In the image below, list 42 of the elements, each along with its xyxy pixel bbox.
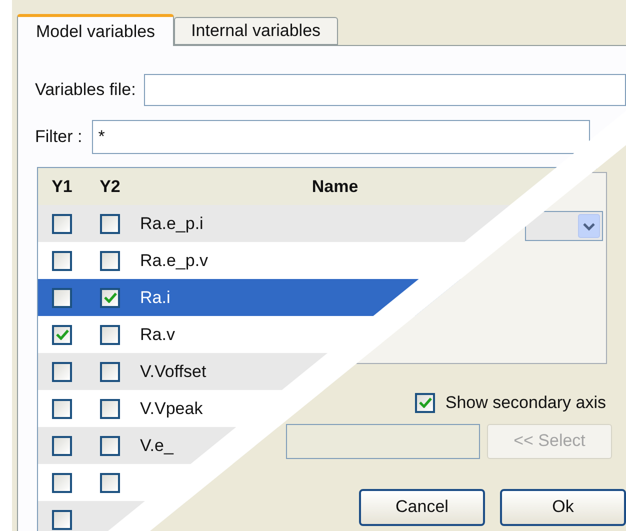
checkmark-icon [104,292,116,303]
checkbox[interactable] [52,472,72,492]
checkbox[interactable] [52,324,72,344]
checkbox[interactable] [52,510,72,530]
checkbox[interactable] [52,398,72,418]
checkmark-icon [56,329,68,340]
table-cell-text: Ra.e_p.i [139,212,204,235]
checkmark-icon [418,397,432,408]
checkbox[interactable] [52,436,72,456]
dialog-button[interactable]: Ok [500,488,626,526]
column-header: Name [310,176,360,198]
checkbox[interactable] [52,214,72,234]
field-label: Filter : [35,126,82,148]
checkbox[interactable] [100,250,120,270]
dialog-button[interactable]: Cancel [359,488,485,526]
checkbox[interactable] [52,288,72,308]
checkbox[interactable] [100,324,120,344]
checkbox[interactable] [100,472,120,492]
column-header: Y2 [98,176,122,198]
table-cell-text: V.Vpeak [139,398,203,420]
checkbox[interactable] [52,250,72,270]
checkbox[interactable] [415,392,436,413]
table-cell-text: V.e_ [139,434,174,457]
table-cell-text: Ra.e_p.v [139,250,208,272]
checkbox[interactable] [100,362,120,382]
checkbox[interactable] [100,288,120,308]
checkbox-label: Show secondary axis [445,392,606,414]
checkbox[interactable] [100,436,120,456]
field-label: Variables file: [35,79,136,102]
chevron-down-icon [578,214,600,238]
input-field[interactable] [286,424,480,458]
column-header: Y1 [50,176,74,198]
table-cell-text: Ra.v [139,324,175,346]
tab[interactable]: Model variables [17,14,174,46]
table-cell-text: V.Voffset [139,360,206,383]
checkbox[interactable] [52,362,72,382]
table-cell-text: Ra.i [139,286,170,309]
checkbox[interactable] [100,398,120,418]
tab[interactable]: Internal variables [174,17,338,45]
input-field[interactable] [144,74,626,106]
dropdown[interactable] [525,211,603,241]
checkbox[interactable] [100,214,120,234]
